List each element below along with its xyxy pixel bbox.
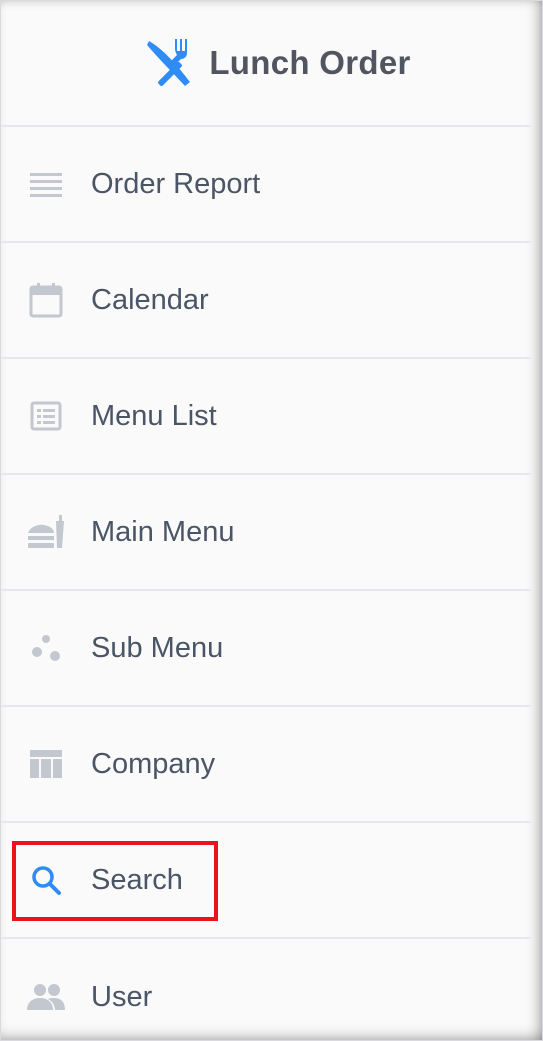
sidebar-nav: Order Report Calendar Menu List Main Men…: [1, 127, 531, 1040]
scatter-dots-icon: [25, 627, 67, 669]
table-icon: [25, 743, 67, 785]
sidebar-item-label: Main Menu: [91, 515, 235, 548]
search-icon: [25, 859, 67, 901]
sidebar-item-label: Company: [91, 747, 216, 780]
fast-food-icon: [25, 511, 67, 553]
calendar-icon: [25, 279, 67, 321]
sidebar-item-label: User: [91, 980, 153, 1013]
list-alt-icon: [25, 395, 67, 437]
sidebar-item-order-report[interactable]: Order Report: [1, 127, 531, 243]
sidebar-item-label: Order Report: [91, 167, 261, 200]
sidebar-item-label: Sub Menu: [91, 631, 224, 664]
app-title: Lunch Order: [209, 44, 411, 81]
sidebar-item-user[interactable]: User: [1, 939, 531, 1040]
sidebar-item-calendar[interactable]: Calendar: [1, 243, 531, 359]
sidebar-item-label: Menu List: [91, 399, 217, 432]
sidebar-item-company[interactable]: Company: [1, 707, 531, 823]
list-lines-icon: [25, 163, 67, 205]
app-window: Lunch Order Order Report Calendar Menu L…: [0, 0, 543, 1041]
sidebar-header[interactable]: Lunch Order: [1, 1, 531, 127]
utensils-icon: [141, 35, 197, 91]
sidebar-item-menu-list[interactable]: Menu List: [1, 359, 531, 475]
sidebar-item-label: Search: [91, 863, 183, 896]
sidebar: Lunch Order Order Report Calendar Menu L…: [1, 1, 531, 1040]
sidebar-item-main-menu[interactable]: Main Menu: [1, 475, 531, 591]
users-icon: [25, 976, 67, 1018]
sidebar-item-label: Calendar: [91, 283, 209, 316]
sidebar-item-search[interactable]: Search: [1, 823, 531, 939]
sidebar-item-sub-menu[interactable]: Sub Menu: [1, 591, 531, 707]
